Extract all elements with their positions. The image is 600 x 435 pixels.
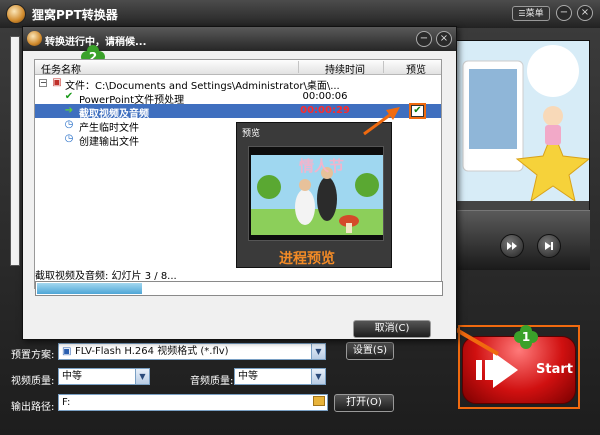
task-name: 创建输出文件 (79, 137, 139, 148)
video-quality-label: 视频质量: (11, 376, 55, 387)
task-duration: 00:00:29 (300, 105, 350, 116)
chevron-down-icon: ▼ (311, 344, 325, 359)
slide-text: 情人节 (299, 157, 345, 175)
dialog-minimize-button[interactable]: − (416, 31, 432, 47)
clock-icon: ◷ (64, 133, 74, 144)
start-label: Start (536, 362, 573, 377)
check-icon: ✔ (64, 91, 74, 102)
dialog-close-button[interactable]: × (436, 31, 452, 47)
audio-quality-value: 中等 (238, 371, 258, 382)
preset-settings-button[interactable]: 设置(S) (346, 342, 394, 360)
skip-end-button[interactable] (537, 234, 561, 258)
column-preview[interactable]: 预览 (406, 61, 426, 76)
output-path-input[interactable]: F: (58, 394, 328, 411)
fast-forward-icon (507, 242, 517, 250)
preset-select[interactable]: ▣ FLV-Flash H.264 视频格式 (*.flv) ▼ (58, 343, 326, 360)
popup-preview-screen: 情人节 (248, 146, 384, 241)
output-path-value: F: (62, 397, 71, 408)
chevron-down-icon: ▼ (135, 369, 149, 384)
task-duration: 00:00:06 (302, 91, 348, 102)
file-row[interactable]: − ▣ 文件：C:\Documents and Settings\Adminis… (35, 76, 441, 92)
menu-button[interactable]: ☰菜单 (512, 6, 550, 21)
column-duration[interactable]: 持续时间 (325, 61, 365, 76)
collapse-icon[interactable]: − (39, 79, 47, 87)
column-task-name[interactable]: 任务名称 (41, 61, 81, 76)
clock-icon: ◷ (64, 119, 74, 130)
progress-bar (35, 281, 443, 296)
popup-caption: 进程预览 (279, 251, 335, 267)
audio-quality-select[interactable]: 中等 ▼ (234, 368, 326, 385)
preview-popup: 预览 情人节 进程预览 (236, 122, 392, 268)
task-row[interactable]: ✔ PowerPoint文件预处理 00:00:06 (35, 90, 441, 106)
fast-forward-button[interactable] (500, 234, 524, 258)
ppt-file-icon: ▣ (52, 77, 62, 88)
popup-title: 预览 (242, 129, 261, 139)
menu-label: 菜单 (525, 9, 544, 19)
app-title: 狸窝PPT转换器 (32, 8, 118, 22)
open-folder-button[interactable]: 打开(O) (334, 394, 394, 412)
audio-quality-label: 音频质量: (190, 376, 234, 387)
preset-value: FLV-Flash H.264 视频格式 (*.flv) (74, 346, 229, 357)
chevron-down-icon: ▼ (311, 369, 325, 384)
cancel-button[interactable]: 取消(C) (353, 320, 431, 338)
progress-fill (37, 283, 143, 294)
folder-icon[interactable] (313, 396, 325, 406)
slide-list-panel[interactable] (10, 36, 20, 266)
output-path-label: 输出路径: (11, 402, 55, 413)
video-quality-value: 中等 (62, 371, 82, 382)
flv-format-icon: ▣ (62, 346, 75, 357)
progress-label: 截取视频及音频: 幻灯片 3 / 8... (35, 271, 177, 282)
dialog-logo-icon (27, 31, 42, 46)
table-header: 任务名称 持续时间 预览 (35, 60, 441, 76)
close-button[interactable]: × (577, 5, 593, 21)
preset-label: 预置方案: (11, 350, 55, 361)
app-logo-icon (6, 4, 26, 24)
annotation-arrow-icon (363, 107, 400, 136)
title-bar: 狸窝PPT转换器 ☰菜单 − × (0, 0, 600, 28)
video-quality-select[interactable]: 中等 ▼ (58, 368, 150, 385)
arrow-icon: ➔ (64, 105, 74, 116)
step-one-number: 1 (521, 330, 531, 344)
minimize-button[interactable]: − (556, 5, 572, 21)
skip-end-icon (545, 242, 553, 250)
step-one-badge: 1 (514, 325, 538, 349)
preview-checkbox[interactable]: ✔ (411, 105, 424, 117)
